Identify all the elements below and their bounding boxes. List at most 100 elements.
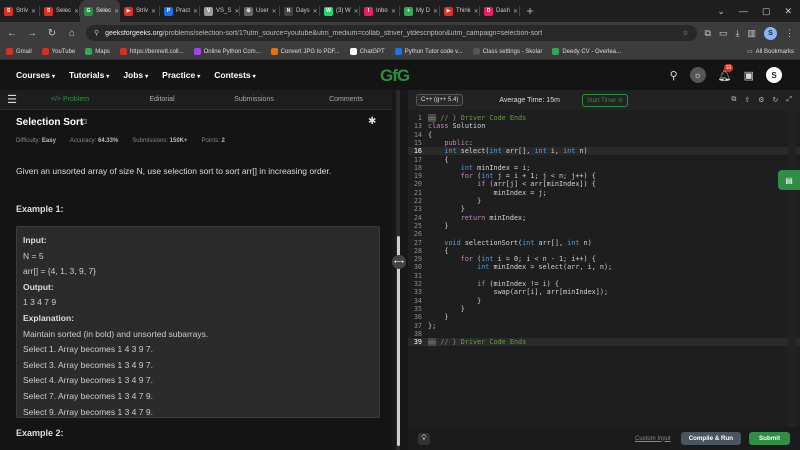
forward-icon[interactable]: → [26,28,38,39]
bookmark-item[interactable]: Maps [85,48,110,55]
gfg-logo[interactable]: GfG [380,66,410,86]
nav-item-jobs[interactable]: Jobs ▾ [123,70,148,80]
tab-comments[interactable]: Comments [300,96,392,103]
bookmark-item[interactable]: Online Python Com... [193,48,261,55]
bookmark-item[interactable]: Class settings - Skolar [472,48,542,55]
close-tab-icon[interactable]: ✕ [151,8,156,15]
lightbulb-icon[interactable]: 💡︎ [418,432,430,445]
browser-tab[interactable]: N Days ✕ [280,0,320,22]
close-tab-icon[interactable]: ✕ [272,8,277,15]
nav-item-courses[interactable]: Courses ▾ [16,70,55,80]
settings-icon[interactable]: ⚙ [758,96,764,104]
minimize-button[interactable]: — [739,6,748,17]
upload-icon[interactable]: ⇪ [744,96,750,104]
bug-report-icon[interactable]: ✱ [368,116,376,127]
nav-item-tutorials[interactable]: Tutorials ▾ [69,70,109,80]
browser-tab[interactable]: W (3) W ✕ [320,0,360,22]
language-select[interactable]: C++ (g++ 5.4) [416,94,464,106]
code-line[interactable]: 30 int minIndex = select(arr, i, n); [408,263,612,271]
code-line[interactable]: 18 int minIndex = i; [408,164,531,172]
code-line[interactable]: 21 minIndex = j; [408,189,547,197]
menu-icon[interactable]: ⋮ [785,28,794,39]
bookmark-item[interactable]: YouTube [41,48,75,55]
close-tab-icon[interactable]: ✕ [313,8,318,15]
browser-tab[interactable]: ⚙ User ✕ [240,0,280,22]
code-editor[interactable]: 1 ▭▭ // } Driver Code Ends 13 class Solutio… [408,110,800,427]
code-line[interactable]: 33 swap(arr[i], arr[minIndex]); [408,288,608,296]
browser-tab[interactable]: ▶ Think ✕ [440,0,480,22]
profile-avatar[interactable]: S [764,26,777,40]
compile-run-button[interactable]: Compile & Run [680,432,742,445]
code-line[interactable]: 22 } [408,197,481,205]
bookmark-item[interactable]: Deedy CV - Overlea... [552,48,621,55]
bookmark-item[interactable]: Python Tutor code v... [394,48,463,55]
user-avatar[interactable]: S [766,67,782,83]
code-line[interactable]: 35 } [408,305,465,313]
extensions-icon[interactable]: ⧉ [705,28,711,39]
code-line[interactable]: 20 if (arr[j] < arr[minIndex]) { [408,180,596,188]
bookmark-item[interactable]: https://bennett.coll... [119,48,184,55]
bell-icon[interactable]: 🔔︎ 10 [718,63,734,82]
code-line[interactable]: 13 class Solution [408,122,486,130]
browser-tab[interactable]: ▶ Striv ✕ [120,0,160,22]
browser-tab[interactable]: S Selec ✕ [40,0,80,22]
panel-splitter[interactable] [392,90,408,450]
browser-tab[interactable]: S Striv ✕ [0,0,40,22]
code-line[interactable]: 25 } [408,222,449,230]
code-line[interactable]: 19 for (int j = i + 1; j < n; j++) { [408,172,596,180]
close-tab-icon[interactable]: ✕ [513,8,518,15]
sidepanel-icon[interactable]: ▥ [747,28,756,39]
fullscreen-icon[interactable]: ⤢ [786,96,792,104]
code-line[interactable]: 29 for (int i = 0; i < n - 1; i++) { [408,255,596,263]
maximize-button[interactable]: ▢ [762,6,771,17]
translate-icon[interactable]: ▣ [744,69,754,82]
browser-tab[interactable]: D Dash ✕ [480,0,520,22]
browser-tab[interactable]: G Selec ✕ [80,0,120,22]
browser-tab[interactable]: V VS_S ✕ [200,0,240,22]
close-tab-icon[interactable]: ✕ [433,8,438,15]
code-line[interactable]: 38 [408,330,428,338]
code-scrollbar[interactable] [788,110,796,427]
back-icon[interactable]: ← [6,28,18,39]
code-line[interactable]: 39 ▭▭ // } Driver Code Ends [408,338,800,347]
code-line[interactable]: 28 { [408,247,449,255]
nav-item-contests[interactable]: Contests ▾ [214,70,255,80]
download-icon[interactable]: ⤓ [736,28,740,39]
close-tab-icon[interactable]: ✕ [114,8,119,15]
code-line[interactable]: 14 { [408,131,432,139]
cast-icon[interactable]: ▭ [719,28,728,39]
custom-input-link[interactable]: Custom Input [635,436,671,442]
url-input[interactable]: ⚲ geeksforgeeks.org/problems/selection-s… [86,25,697,41]
bookmark-item[interactable]: ChatGPT [349,48,385,55]
bookmark-item[interactable]: Gmail [6,48,32,55]
browser-tab[interactable]: P Pract ✕ [160,0,200,22]
close-tab-icon[interactable]: ✕ [234,8,239,15]
start-timer-button[interactable]: Start Timer ⊘ [581,93,628,107]
reload-icon[interactable]: ↻ [46,28,58,39]
tab-problem[interactable]: </> Problem [24,96,116,103]
code-line[interactable]: 17 { [408,156,449,164]
nav-item-practice[interactable]: Practice ▾ [162,70,200,80]
code-line[interactable]: 15 public: [408,139,473,147]
code-line[interactable]: 1 ▭▭ // } Driver Code Ends [408,114,526,122]
close-tab-icon[interactable]: ✕ [354,8,359,15]
code-line[interactable]: 24 return minIndex; [408,214,526,222]
all-bookmarks[interactable]: ▭ All Bookmarks [747,48,794,56]
close-tab-icon[interactable]: ✕ [474,8,479,15]
code-line[interactable]: 32 if (minIndex != i) { [408,280,559,288]
hamburger-icon[interactable]: ☰ [0,93,24,106]
bookmark-item[interactable]: Convert JPG to PDF... [270,48,340,55]
code-line[interactable]: 26 [408,230,428,238]
chat-icon[interactable]: ▤ [778,170,800,190]
close-tab-icon[interactable]: ✕ [193,8,198,15]
tab-submissions[interactable]: Submissions [208,96,300,103]
code-line[interactable]: 27 void selectionSort(int arr[], int n) [408,239,592,247]
tab-editorial[interactable]: Editorial [116,96,208,103]
theme-toggle-icon[interactable]: ☼ [689,67,706,83]
home-icon[interactable]: ⌂ [66,28,78,39]
reset-icon[interactable]: ↻ [773,96,779,104]
code-line[interactable]: 31 [408,272,428,280]
search-icon[interactable]: ⚲ [670,69,678,82]
resize-handle-icon[interactable]: ⟷ [392,255,406,269]
bookmark-star-icon[interactable]: ☆ [682,29,688,37]
